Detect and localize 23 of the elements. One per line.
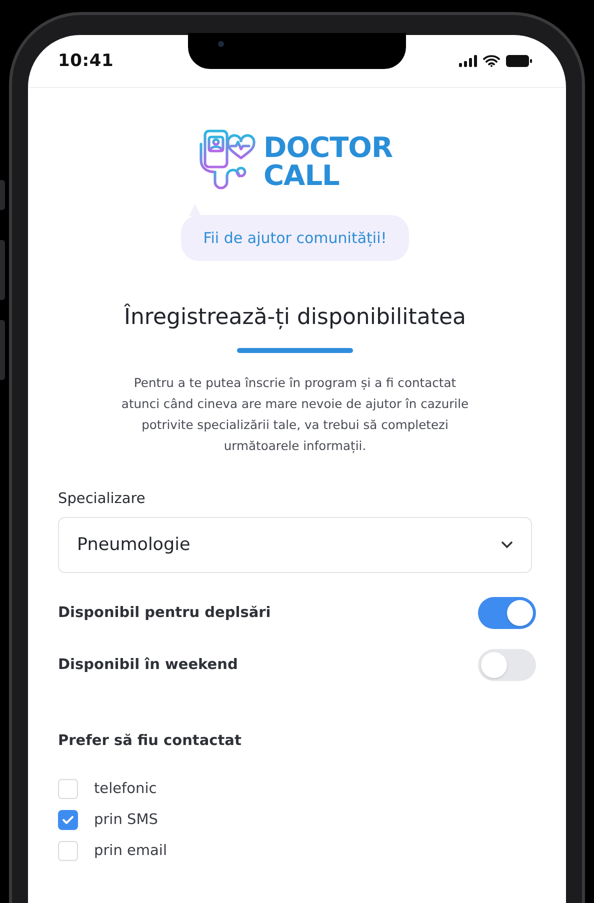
logo-text: CALL — [263, 162, 340, 190]
camera-icon — [218, 41, 224, 47]
signal-icon — [459, 55, 477, 67]
toggle-switch[interactable] — [478, 649, 536, 681]
battery-icon — [506, 55, 532, 67]
checkbox-label: prin SMS — [94, 812, 158, 828]
toggle-switch[interactable] — [478, 597, 536, 629]
tagline-bubble: Fii de ajutor comunității! — [181, 215, 409, 261]
checkmark-icon — [62, 815, 74, 825]
toggle-label: Disponibil pentru deplsări — [58, 605, 271, 621]
logo-text: DOCTOR — [263, 134, 393, 162]
checkbox-label: telefonic — [94, 781, 157, 797]
field-label: Specializare — [58, 491, 146, 507]
checkbox[interactable] — [58, 810, 78, 830]
specialization-select[interactable]: Pneumologie — [58, 517, 532, 573]
intro-text: Pentru a te putea înscrie în program și a fi contactat atunci când cineva are mare nevoie de ajutor în cazurile potrivite specializării tale, va trebui să completezi următoarele informații. — [120, 375, 470, 455]
toggle-label: Disponibil în weekend — [58, 657, 238, 673]
checkbox-label: prin email — [94, 843, 167, 859]
status-time: 10:41 — [58, 51, 114, 71]
page-title: Înregistrează-ți disponibilitatea — [122, 305, 468, 330]
chevron-down-icon — [501, 541, 513, 549]
section-label: Prefer să fiu contactat — [58, 733, 242, 749]
wifi-icon — [483, 55, 500, 67]
